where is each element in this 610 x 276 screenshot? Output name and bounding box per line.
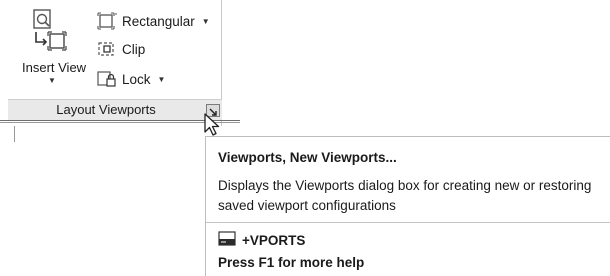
clip-label: Clip bbox=[122, 41, 146, 57]
lock-button[interactable]: Lock ▼ bbox=[96, 68, 165, 90]
command-line-icon bbox=[218, 231, 236, 249]
rectangular-viewport-icon bbox=[96, 12, 118, 30]
insert-view-button[interactable]: Insert View ▼ bbox=[18, 6, 86, 92]
lock-label: Lock bbox=[122, 71, 151, 87]
tooltip-divider bbox=[206, 222, 610, 223]
rectangular-button[interactable]: Rectangular ▼ bbox=[96, 10, 210, 32]
viewports-tooltip: Viewports, New Viewports... Displays the… bbox=[205, 136, 610, 276]
drawing-area-edge bbox=[14, 126, 15, 142]
tooltip-description: Displays the Viewports dialog box for cr… bbox=[218, 178, 592, 213]
tooltip-command: +VPORTS bbox=[218, 230, 305, 250]
clip-button[interactable]: Clip bbox=[96, 38, 145, 60]
lock-dropdown-icon[interactable]: ▼ bbox=[158, 75, 166, 84]
panel-title-bar: Layout Viewports bbox=[8, 99, 222, 120]
insert-view-icon bbox=[32, 8, 68, 63]
tooltip-command-text: +VPORTS bbox=[242, 232, 306, 248]
insert-view-label: Insert View bbox=[22, 60, 87, 75]
clip-viewport-icon bbox=[96, 40, 118, 58]
tooltip-help: Press F1 for more help bbox=[218, 255, 365, 270]
panel-title: Layout Viewports bbox=[56, 102, 156, 117]
rectangular-label: Rectangular bbox=[122, 13, 195, 29]
tooltip-title: Viewports, New Viewports... bbox=[218, 150, 397, 165]
chevron-down-icon: ▼ bbox=[48, 76, 56, 85]
rectangular-dropdown-icon[interactable]: ▼ bbox=[202, 17, 210, 26]
lock-viewport-icon bbox=[96, 70, 118, 88]
